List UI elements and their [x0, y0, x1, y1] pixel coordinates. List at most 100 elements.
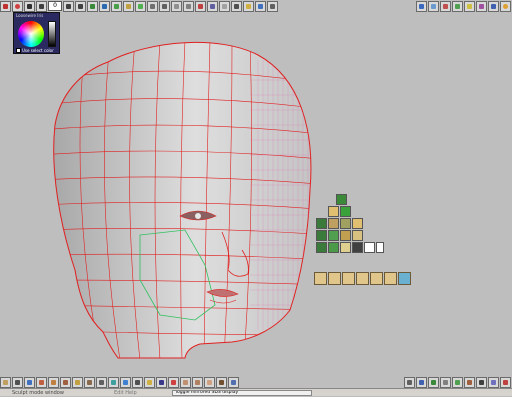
- palette-tool-erase-icon[interactable]: [352, 242, 363, 253]
- step-forward-icon[interactable]: [63, 0, 74, 12]
- brush-preset-icon[interactable]: [108, 376, 119, 388]
- viewport[interactable]: 0 Loosewire Iris Use select color Sculpt…: [0, 0, 512, 396]
- stop-icon[interactable]: [0, 0, 11, 12]
- copy-icon[interactable]: [72, 376, 83, 388]
- anim-key-icon[interactable]: [398, 272, 411, 285]
- anim-last-icon[interactable]: [370, 272, 383, 285]
- render-icon[interactable]: [219, 0, 230, 12]
- layers-icon[interactable]: [207, 0, 218, 12]
- light-preset-icon[interactable]: [144, 376, 155, 388]
- wireframe-icon[interactable]: [428, 376, 439, 388]
- palette-tool-extrude-icon[interactable]: [340, 230, 351, 241]
- palette-arrow-icon[interactable]: [376, 242, 384, 253]
- magnet-icon[interactable]: [416, 0, 427, 12]
- color-picker-title: Loosewire Iris: [16, 13, 44, 18]
- frame-field[interactable]: 0: [48, 1, 62, 11]
- textured-icon[interactable]: [464, 376, 475, 388]
- lights-icon[interactable]: [464, 0, 475, 12]
- undo-icon[interactable]: [36, 376, 47, 388]
- anim-next-icon[interactable]: [356, 272, 369, 285]
- save-icon[interactable]: [24, 376, 35, 388]
- head-model[interactable]: [0, 0, 512, 396]
- stage-icon[interactable]: [476, 0, 487, 12]
- use-select-color-checkbox[interactable]: [16, 48, 21, 53]
- palette-tool-select-icon[interactable]: [316, 242, 327, 253]
- palette-tool-inflate-icon[interactable]: [340, 206, 351, 217]
- mesh-icon[interactable]: [428, 0, 439, 12]
- palette-tool-fill-icon[interactable]: [340, 242, 351, 253]
- hidden-line-icon[interactable]: [452, 376, 463, 388]
- smooth-shade-icon[interactable]: [476, 376, 487, 388]
- play-icon[interactable]: [24, 0, 35, 12]
- face-icon[interactable]: [180, 376, 191, 388]
- shaded-icon[interactable]: [440, 376, 451, 388]
- anim-loop-icon[interactable]: [384, 272, 397, 285]
- anim-play-icon[interactable]: [342, 272, 355, 285]
- palette-tool-smear-icon[interactable]: [340, 218, 351, 229]
- palette-tool-paint-icon[interactable]: [352, 218, 363, 229]
- pencil-icon[interactable]: [87, 0, 98, 12]
- material-icon[interactable]: [120, 376, 131, 388]
- rotate-icon[interactable]: [123, 0, 134, 12]
- perspective-icon[interactable]: [416, 376, 427, 388]
- cloth-icon[interactable]: [228, 376, 239, 388]
- select-icon[interactable]: [99, 0, 110, 12]
- paste-icon[interactable]: [84, 376, 95, 388]
- palette-tool-pinch-icon[interactable]: [316, 218, 327, 229]
- sculpt-icon[interactable]: [159, 0, 170, 12]
- move-icon[interactable]: [111, 0, 122, 12]
- color-wheel[interactable]: [18, 21, 44, 47]
- light-icon[interactable]: [243, 0, 254, 12]
- palette-tool-mirror-icon[interactable]: [328, 242, 339, 253]
- grid-toggle-icon[interactable]: [404, 376, 415, 388]
- palette-tool-brush-icon[interactable]: [336, 194, 347, 205]
- status-tooltip-text: Toggle mirrored SDS display: [172, 390, 312, 396]
- redo-icon[interactable]: [48, 376, 59, 388]
- camera-icon[interactable]: [231, 0, 242, 12]
- camera-view-icon[interactable]: [132, 376, 143, 388]
- anim-first-icon[interactable]: [314, 272, 327, 285]
- scale-icon[interactable]: [135, 0, 146, 12]
- animation-icon[interactable]: [168, 376, 179, 388]
- open-icon[interactable]: [12, 376, 23, 388]
- tool-palette: [316, 194, 386, 256]
- figure-icon[interactable]: [192, 376, 203, 388]
- value-slider[interactable]: [48, 21, 56, 47]
- lit-icon[interactable]: [500, 376, 511, 388]
- scene-icon[interactable]: [156, 376, 167, 388]
- top-toolbar: 0: [0, 0, 279, 12]
- cut-icon[interactable]: [60, 376, 71, 388]
- paint-icon[interactable]: [452, 0, 463, 12]
- hand-icon[interactable]: [204, 376, 215, 388]
- animation-bar: [314, 272, 412, 285]
- step-back-icon[interactable]: [36, 0, 47, 12]
- bottom-toolbar: [0, 376, 240, 388]
- view-icon[interactable]: [267, 0, 278, 12]
- palette-tool-cut-icon[interactable]: [352, 230, 363, 241]
- anim-prev-icon[interactable]: [328, 272, 341, 285]
- grid-icon[interactable]: [255, 0, 266, 12]
- color-picker-panel: Loosewire Iris Use select color: [13, 12, 60, 54]
- sun-icon[interactable]: [500, 0, 511, 12]
- palette-swatch[interactable]: [364, 242, 375, 253]
- palette-tool-grab-icon[interactable]: [328, 230, 339, 241]
- bottom-right-toolbar: [404, 376, 512, 388]
- flat-shade-icon[interactable]: [488, 376, 499, 388]
- status-bar: Sculpt mode window Edit Help Toggle mirr…: [0, 388, 512, 396]
- hair-icon[interactable]: [216, 376, 227, 388]
- palette-tool-smooth-icon[interactable]: [328, 206, 339, 217]
- inflate-icon[interactable]: [195, 0, 206, 12]
- end-icon[interactable]: [75, 0, 86, 12]
- record-icon[interactable]: [12, 0, 23, 12]
- render-preview-icon[interactable]: [488, 0, 499, 12]
- use-select-color-label: Use select color: [22, 48, 54, 53]
- brush-icon[interactable]: [147, 0, 158, 12]
- file-icon[interactable]: [0, 376, 11, 388]
- top-right-toolbar: [416, 0, 512, 12]
- palette-tool-move-icon[interactable]: [316, 230, 327, 241]
- texture-icon[interactable]: [440, 0, 451, 12]
- palette-tool-flatten-icon[interactable]: [328, 218, 339, 229]
- smooth-icon[interactable]: [171, 0, 182, 12]
- pinch-icon[interactable]: [183, 0, 194, 12]
- model-icon[interactable]: [96, 376, 107, 388]
